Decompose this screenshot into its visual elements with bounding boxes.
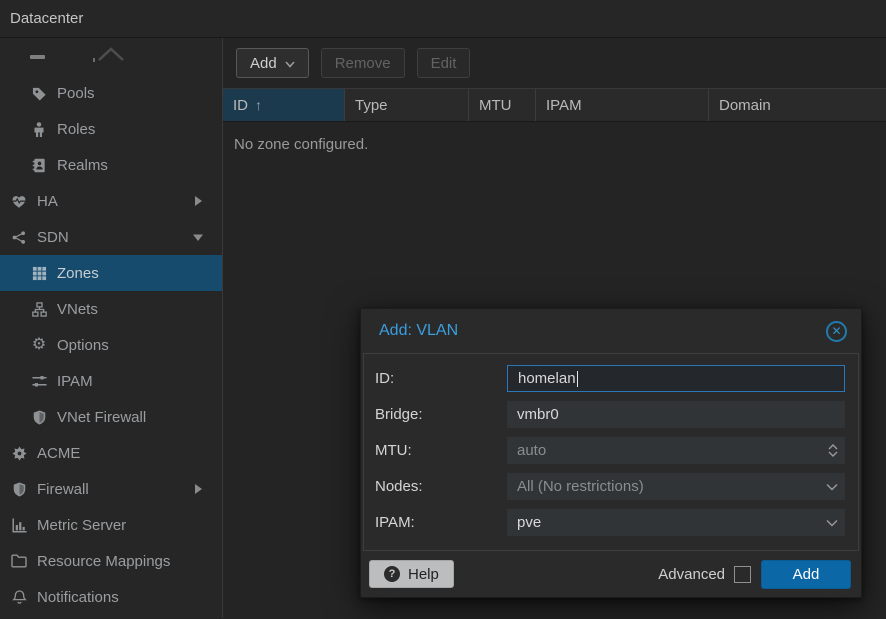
sidebar-item-vnets[interactable]: VNets (0, 291, 222, 327)
page-title: Datacenter (10, 10, 83, 27)
sidebar-item-label: Pools (57, 85, 95, 102)
sidebar-item-metric-server[interactable]: Metric Server (0, 507, 222, 543)
sort-ascending-icon: ↑ (255, 97, 262, 113)
empty-table-message: No zone configured. (223, 122, 886, 153)
chart-bar-icon (10, 517, 28, 533)
chevron-up-icon (96, 46, 126, 62)
field-label: ID: (375, 370, 507, 387)
heart-pulse-icon (10, 193, 28, 209)
sidebar-item-cutoff[interactable] (0, 38, 222, 75)
sidebar-item-label: VNet Firewall (57, 409, 146, 426)
field-label: IPAM: (375, 514, 507, 531)
sidebar-item-label: Zones (57, 265, 99, 282)
sidebar-item-label: Firewall (37, 481, 89, 498)
network-icon (30, 301, 48, 317)
sidebar-item-label: Resource Mappings (37, 553, 170, 570)
nodes-select[interactable]: All (No restrictions) (507, 473, 845, 500)
sidebar-item-vnet-firewall[interactable]: VNet Firewall (0, 399, 222, 435)
chevron-down-icon[interactable] (826, 473, 838, 500)
user-icon (30, 121, 48, 137)
id-input[interactable]: homelan (507, 365, 845, 392)
chevron-right-icon (192, 483, 204, 495)
sidebar-item-options[interactable]: ⚙ Options (0, 327, 222, 363)
address-book-icon (30, 157, 48, 173)
advanced-label: Advanced (658, 566, 725, 583)
column-header-mtu[interactable]: MTU (469, 89, 536, 121)
sidebar-item-label: IPAM (57, 373, 93, 390)
cutoff-icon (30, 55, 45, 59)
sidebar-item-zones[interactable]: Zones (0, 255, 222, 291)
spinner-arrows-icon[interactable] (828, 437, 838, 464)
tags-icon (30, 85, 48, 101)
chevron-right-icon (192, 195, 204, 207)
shield-icon (10, 481, 28, 497)
ipam-select[interactable]: pve (507, 509, 845, 536)
sidebar-item-roles[interactable]: Roles (0, 111, 222, 147)
add-vlan-dialog: Add: VLAN ✕ ID: homelan Bridge: vmbr0 MT… (360, 308, 862, 598)
edit-button[interactable]: Edit (417, 48, 471, 78)
sidebar-item-ipam[interactable]: IPAM (0, 363, 222, 399)
sidebar-item-ha[interactable]: HA (0, 183, 222, 219)
field-label: MTU: (375, 442, 507, 459)
top-header: Datacenter (0, 0, 886, 38)
bell-icon (10, 589, 28, 605)
gear-icon: ⚙ (30, 337, 48, 353)
column-header-id[interactable]: ID ↑ (223, 89, 345, 121)
form-row-id: ID: homelan (375, 365, 845, 392)
form-row-bridge: Bridge: vmbr0 (375, 401, 845, 428)
folder-icon (10, 553, 28, 569)
mtu-spinner[interactable]: auto (507, 437, 845, 464)
sidebar-item-label: VNets (57, 301, 98, 318)
chevron-down-icon (192, 231, 204, 243)
column-header-type[interactable]: Type (345, 89, 469, 121)
sidebar-item-label: HA (37, 193, 58, 210)
column-header-domain[interactable]: Domain (709, 89, 886, 121)
text-caret (577, 371, 578, 387)
sidebar-item-firewall[interactable]: Firewall (0, 471, 222, 507)
share-nodes-icon (10, 229, 28, 245)
chevron-down-icon (285, 61, 295, 68)
toolbar: Add Remove Edit (223, 38, 886, 88)
close-icon[interactable]: ✕ (826, 321, 847, 342)
form-row-mtu: MTU: auto (375, 437, 845, 464)
question-circle-icon: ? (384, 566, 400, 582)
sidebar-item-resource-mappings[interactable]: Resource Mappings (0, 543, 222, 579)
dialog-footer: ? Help Advanced Add (361, 551, 861, 597)
sidebar-item-label: Roles (57, 121, 95, 138)
submit-add-button[interactable]: Add (761, 560, 851, 589)
form-row-ipam: IPAM: pve (375, 509, 845, 536)
sidebar-item-label: Notifications (37, 589, 119, 606)
chevron-down-icon[interactable] (826, 509, 838, 536)
remove-button[interactable]: Remove (321, 48, 405, 78)
sidebar-item-acme[interactable]: ACME (0, 435, 222, 471)
sliders-icon (30, 373, 48, 389)
table-header: ID ↑ Type MTU IPAM Domain (223, 88, 886, 122)
field-label: Bridge: (375, 406, 507, 423)
sidebar-item-notifications[interactable]: Notifications (0, 579, 222, 615)
dialog-body: ID: homelan Bridge: vmbr0 MTU: auto Node… (363, 353, 859, 551)
sidebar-item-label: Options (57, 337, 109, 354)
shield-icon (30, 409, 48, 425)
sidebar-item-realms[interactable]: Realms (0, 147, 222, 183)
add-button[interactable]: Add (236, 48, 309, 78)
sidebar-item-label: ACME (37, 445, 80, 462)
dialog-header[interactable]: Add: VLAN ✕ (361, 309, 861, 353)
grid-icon (30, 265, 48, 281)
sidebar-item-label: Realms (57, 157, 108, 174)
column-header-ipam[interactable]: IPAM (536, 89, 709, 121)
help-button[interactable]: ? Help (369, 560, 454, 588)
sidebar-item-label: Metric Server (37, 517, 126, 534)
advanced-checkbox[interactable] (734, 566, 751, 583)
sidebar: Pools Roles Realms HA SDN (0, 38, 223, 618)
bridge-input[interactable]: vmbr0 (507, 401, 845, 428)
dialog-title: Add: VLAN (379, 322, 826, 340)
sidebar-item-label: SDN (37, 229, 69, 246)
certificate-icon (10, 445, 28, 461)
field-label: Nodes: (375, 478, 507, 495)
form-row-nodes: Nodes: All (No restrictions) (375, 473, 845, 500)
sidebar-item-pools[interactable]: Pools (0, 75, 222, 111)
sidebar-item-sdn[interactable]: SDN (0, 219, 222, 255)
